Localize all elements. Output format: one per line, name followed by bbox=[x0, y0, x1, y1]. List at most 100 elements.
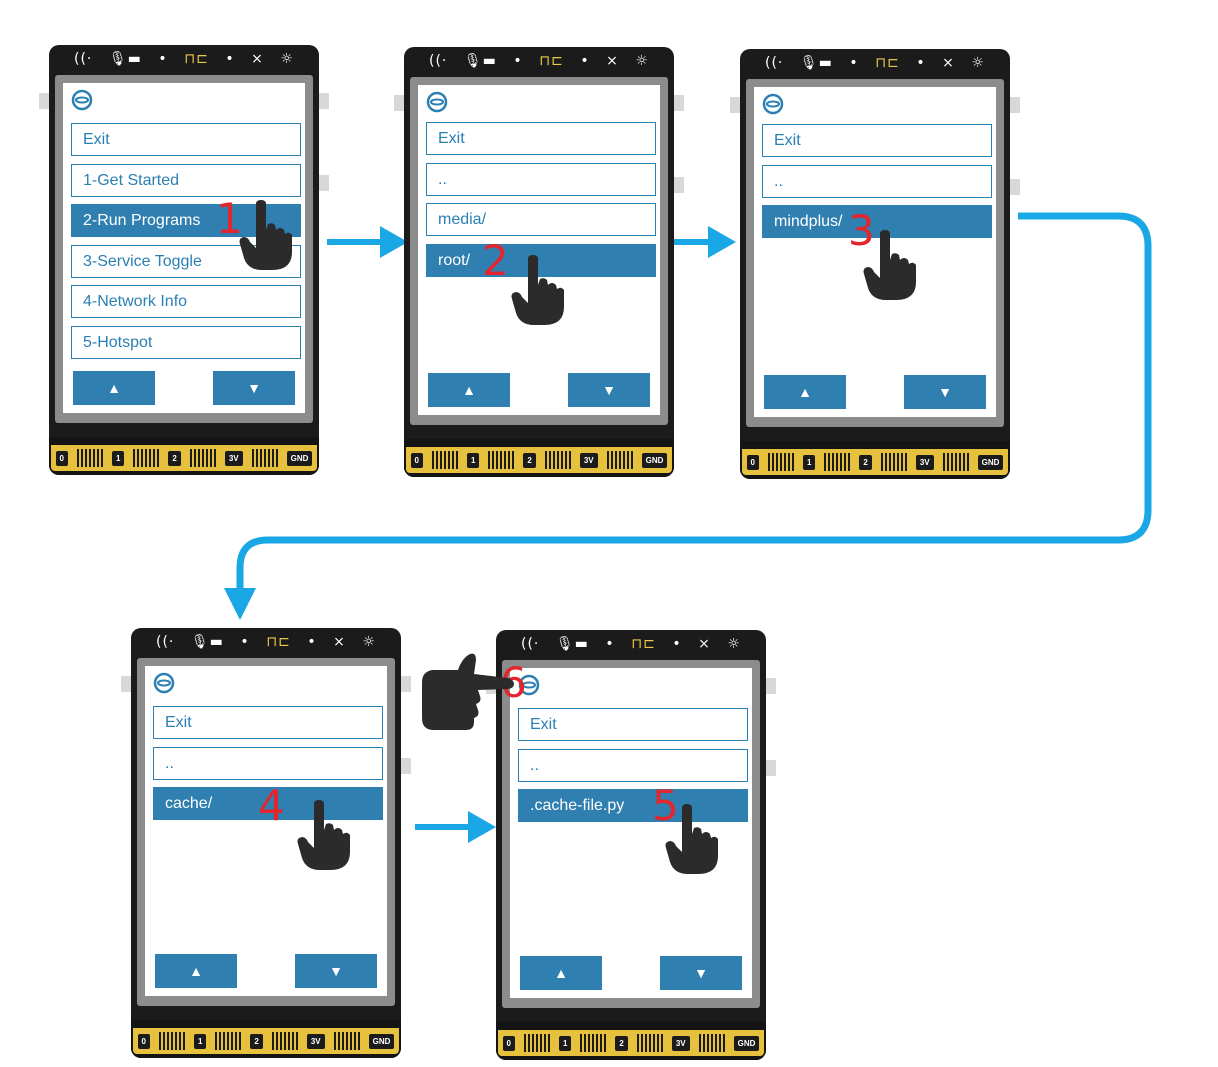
scroll-down-button[interactable]: ▼ bbox=[568, 373, 650, 407]
pin-label: 2 bbox=[523, 452, 536, 468]
side-tab bbox=[401, 676, 411, 692]
pin-stripes bbox=[431, 451, 458, 469]
side-tab bbox=[1010, 179, 1020, 195]
pin-label: 2 bbox=[859, 454, 872, 470]
menu-item[interactable]: Exit bbox=[71, 123, 301, 156]
side-tab bbox=[674, 177, 684, 193]
arrow-3-4-head bbox=[224, 588, 256, 620]
menu-item[interactable]: Exit bbox=[762, 124, 992, 157]
side-tab bbox=[319, 175, 329, 191]
tap-hand-icon bbox=[239, 200, 292, 270]
menu-item[interactable]: 5-Hotspot bbox=[71, 325, 301, 359]
screen: Exit.. media/root/ ▲ ▼ bbox=[418, 85, 660, 415]
pin-label: GND bbox=[641, 452, 668, 468]
pin-label: GND bbox=[977, 454, 1004, 470]
menu-item[interactable]: .. bbox=[518, 748, 748, 782]
menu-item[interactable]: .. bbox=[426, 162, 656, 196]
side-tab bbox=[319, 93, 329, 109]
sun-icon: ☼ bbox=[280, 51, 294, 67]
pin-stripes bbox=[606, 451, 633, 469]
side-tab bbox=[1010, 97, 1020, 113]
scroll-up-button[interactable]: ▲ bbox=[764, 375, 846, 409]
scroll-down-button[interactable]: ▼ bbox=[660, 956, 742, 990]
sun-icon: ☼ bbox=[971, 55, 985, 71]
pin-label: 3V bbox=[579, 452, 598, 468]
sensor-icon: ⊓⊏ bbox=[184, 51, 209, 67]
side-tab bbox=[766, 678, 776, 694]
side-tab bbox=[674, 95, 684, 111]
menu-item[interactable]: Exit bbox=[518, 708, 748, 741]
menu-item[interactable]: Exit bbox=[426, 122, 656, 155]
pin-stripes bbox=[333, 1032, 360, 1050]
buzzer-icon: ⨯ bbox=[606, 53, 619, 69]
logo-icon[interactable] bbox=[426, 91, 448, 113]
pin-stripes bbox=[215, 1032, 242, 1050]
pin-stripes bbox=[189, 449, 216, 467]
sensor-icon: ⊓⊏ bbox=[875, 55, 900, 71]
pin-stripes bbox=[271, 1032, 298, 1050]
buzzer-icon: ⨯ bbox=[942, 55, 955, 71]
wifi-icon: ((· bbox=[156, 634, 175, 650]
scroll-up-button[interactable]: ▲ bbox=[520, 956, 602, 990]
light-icon: • bbox=[605, 636, 615, 652]
menu-item[interactable]: media/ bbox=[426, 203, 656, 236]
pin-stripes bbox=[76, 449, 103, 467]
wifi-icon: ((· bbox=[429, 53, 448, 69]
pin-label: 1 bbox=[558, 1035, 572, 1051]
sensor-icon: ⊓⊏ bbox=[539, 53, 564, 69]
pin-label: 3V bbox=[224, 450, 243, 466]
pin-label: 2 bbox=[168, 450, 181, 466]
wifi-icon: ((· bbox=[74, 51, 93, 67]
menu-item[interactable]: .. bbox=[762, 164, 992, 198]
sensor-strip: ((· 🎙▬ • ⊓⊏ • ⨯ ☼ bbox=[74, 45, 294, 73]
pin-label: 1 bbox=[111, 450, 125, 466]
scroll-up-button[interactable]: ▲ bbox=[155, 954, 237, 988]
logo-icon[interactable] bbox=[762, 93, 784, 115]
pin-header: 0 1 2 3V GND bbox=[51, 445, 317, 471]
dot-icon: • bbox=[307, 634, 317, 650]
side-tab bbox=[401, 758, 411, 774]
menu-item[interactable]: 4-Network Info bbox=[71, 285, 301, 318]
pin-stripes bbox=[880, 453, 907, 471]
pin-label: 3V bbox=[306, 1033, 325, 1049]
light-icon: • bbox=[849, 55, 859, 71]
light-icon: • bbox=[513, 53, 523, 69]
pin-stripes bbox=[824, 453, 851, 471]
side-tab bbox=[394, 95, 404, 111]
buzzer-icon: ⨯ bbox=[333, 634, 346, 650]
scroll-down-button[interactable]: ▼ bbox=[213, 371, 295, 405]
scroll-down-button[interactable]: ▼ bbox=[295, 954, 377, 988]
pin-label: 1 bbox=[802, 454, 816, 470]
pin-label: GND bbox=[368, 1033, 395, 1049]
menu-item[interactable]: .. bbox=[153, 746, 383, 780]
scroll-up-button[interactable]: ▲ bbox=[428, 373, 510, 407]
scroll-up-button[interactable]: ▲ bbox=[73, 371, 155, 405]
pin-stripes bbox=[942, 453, 969, 471]
pin-label: 1 bbox=[193, 1033, 207, 1049]
mic-icon: 🎙▬ bbox=[555, 636, 589, 652]
mic-icon: 🎙▬ bbox=[463, 53, 497, 69]
scroll-down-button[interactable]: ▼ bbox=[904, 375, 986, 409]
sun-icon: ☼ bbox=[635, 53, 649, 69]
side-tab bbox=[39, 93, 49, 109]
side-tab bbox=[730, 97, 740, 113]
menu-item[interactable]: 1-Get Started bbox=[71, 163, 301, 197]
logo-icon[interactable] bbox=[71, 89, 93, 111]
light-icon: • bbox=[158, 51, 168, 67]
dot-icon: • bbox=[916, 55, 926, 71]
device-screen-5: ((· 🎙▬ • ⊓⊏ • ⨯ ☼ Exit.. .cache-file.py ▲… bbox=[486, 630, 776, 1060]
menu-item[interactable]: Exit bbox=[153, 706, 383, 739]
pin-label: 1 bbox=[466, 452, 480, 468]
arrow-4-5-head bbox=[468, 811, 496, 843]
logo-icon[interactable] bbox=[153, 672, 175, 694]
pin-stripes bbox=[251, 449, 278, 467]
pin-stripes bbox=[523, 1034, 550, 1052]
mic-icon: 🎙▬ bbox=[108, 51, 142, 67]
device-screen-4: ((· 🎙▬ • ⊓⊏ • ⨯ ☼ Exit.. cache/ ▲ ▼ 0 1 2 3V… bbox=[121, 628, 411, 1058]
pin-stripes bbox=[698, 1034, 725, 1052]
buzzer-icon: ⨯ bbox=[251, 51, 264, 67]
pin-label: 2 bbox=[615, 1035, 628, 1051]
tap-hand-icon bbox=[665, 804, 718, 874]
sensor-strip: ((· 🎙▬ • ⊓⊏ • ⨯ ☼ bbox=[765, 49, 985, 77]
pin-header: 0 1 2 3V GND bbox=[742, 449, 1008, 475]
